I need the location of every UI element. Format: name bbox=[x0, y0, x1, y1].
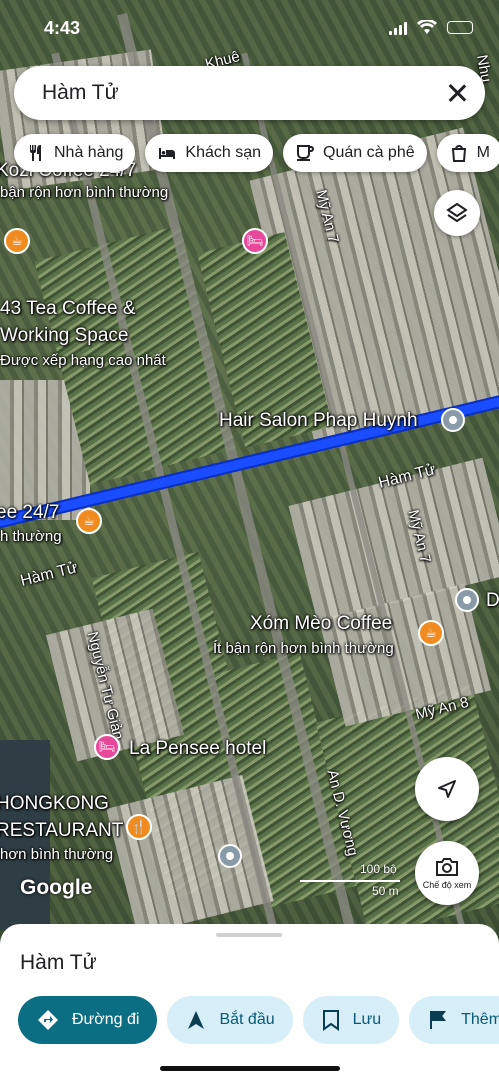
chip-hotels[interactable]: Khách sạn bbox=[145, 134, 273, 172]
search-box[interactable]: Hàm Tử bbox=[14, 66, 485, 120]
place-pin-icon[interactable] bbox=[455, 588, 479, 612]
save-label: Lưu bbox=[352, 1011, 382, 1028]
save-button[interactable]: Lưu bbox=[302, 996, 400, 1044]
home-indicator bbox=[160, 1066, 340, 1071]
place-name-coffee-24-7[interactable]: ee 24/7 bbox=[0, 502, 59, 524]
place-name-hair-salon[interactable]: Hair Salon Phap Huynh bbox=[219, 410, 418, 432]
status-bar: 4:43 bbox=[0, 0, 499, 56]
place-status-kozi-coffee: bận rộn hơn bình thường bbox=[0, 184, 169, 201]
wifi-icon bbox=[417, 20, 437, 34]
sheet-drag-handle[interactable] bbox=[216, 933, 282, 937]
more-label: Thêm bbox=[461, 1011, 499, 1028]
action-row: Đường đi Bắt đầu Lưu Thêm bbox=[18, 996, 499, 1044]
place-bottom-sheet[interactable]: Hàm Tử Đường đi Bắt đầu Lưu Thêm bbox=[0, 924, 499, 1080]
chip-shopping[interactable]: M bbox=[436, 134, 499, 172]
view-mode-button[interactable]: Chế độ xem bbox=[415, 841, 479, 905]
coffee-cup-icon bbox=[297, 145, 314, 161]
restaurant-pin-icon[interactable]: 🍴 bbox=[126, 814, 152, 840]
status-time: 4:43 bbox=[44, 18, 81, 38]
scale-top-label: 100 bộ bbox=[360, 862, 397, 876]
category-chips: Nhà hàng Khách sạn Quán cà phê M bbox=[14, 134, 499, 172]
place-name-xom-meo-coffee[interactable]: Xóm Mèo Coffee bbox=[250, 613, 392, 635]
place-status-coffee-24-7: h thường bbox=[0, 528, 62, 545]
google-logo: Google bbox=[20, 876, 93, 899]
layers-icon bbox=[446, 202, 468, 223]
battery-icon bbox=[447, 21, 473, 34]
start-button[interactable]: Bắt đầu bbox=[167, 996, 293, 1044]
coffee-pin-icon[interactable]: ☕ bbox=[418, 620, 444, 646]
more-button[interactable]: Thêm bbox=[409, 996, 499, 1044]
navigation-arrow-icon bbox=[188, 1011, 205, 1029]
place-pin-icon[interactable] bbox=[441, 408, 465, 432]
place-name-d: D bbox=[486, 590, 499, 611]
fork-knife-icon bbox=[30, 145, 41, 161]
navigation-arrow-icon bbox=[438, 780, 456, 798]
chip-label: Quán cà phê bbox=[323, 144, 415, 161]
scale-bottom-label: 50 m bbox=[372, 884, 399, 898]
street-label-ham-tu-left: Hàm Tử bbox=[18, 559, 80, 590]
map-scale: 100 bộ 50 m bbox=[300, 862, 410, 902]
my-location-button[interactable] bbox=[415, 757, 479, 821]
place-name-hongkong-1[interactable]: HONGKONG bbox=[0, 793, 109, 815]
view-mode-label: Chế độ xem bbox=[422, 880, 472, 890]
directions-label: Đường đi bbox=[72, 1011, 140, 1028]
camera-icon bbox=[436, 858, 458, 876]
coffee-pin-icon[interactable]: ☕ bbox=[76, 508, 102, 534]
chip-label: Nhà hàng bbox=[54, 144, 124, 161]
directions-button[interactable]: Đường đi bbox=[18, 996, 158, 1044]
place-name-hongkong-2[interactable]: RESTAURANT bbox=[0, 820, 123, 842]
close-icon[interactable] bbox=[445, 81, 469, 105]
shopping-bag-icon bbox=[451, 145, 466, 162]
school-pin-icon[interactable] bbox=[218, 844, 242, 868]
layers-button[interactable] bbox=[434, 190, 480, 236]
hotel-pin-icon[interactable]: 🛏 bbox=[94, 734, 120, 760]
search-input[interactable]: Hàm Tử bbox=[42, 81, 445, 105]
signal-icon bbox=[389, 21, 407, 35]
place-name-la-pensee-hotel[interactable]: La Pensee hotel bbox=[129, 738, 266, 760]
chip-label: Khách sạn bbox=[185, 144, 261, 161]
hotel-pin-icon[interactable]: 🛏 bbox=[242, 228, 268, 254]
bed-icon bbox=[159, 148, 176, 159]
start-label: Bắt đầu bbox=[219, 1011, 275, 1028]
place-status-hongkong: hơn bình thường bbox=[0, 846, 114, 863]
coffee-pin-icon[interactable]: ☕ bbox=[4, 228, 30, 254]
chip-coffee[interactable]: Quán cà phê bbox=[283, 134, 427, 172]
chip-label: M bbox=[476, 144, 490, 161]
place-status-43-tea: Được xếp hạng cao nhất bbox=[0, 352, 166, 369]
flag-icon bbox=[430, 1011, 447, 1029]
chip-restaurants[interactable]: Nhà hàng bbox=[14, 134, 136, 172]
place-name-43-tea-1[interactable]: 43 Tea Coffee & bbox=[0, 298, 136, 320]
bookmark-icon bbox=[322, 1010, 339, 1031]
place-name-43-tea-2[interactable]: Working Space bbox=[0, 325, 129, 347]
place-title: Hàm Tử bbox=[20, 951, 97, 974]
place-status-xom-meo-coffee: Ít bận rộn hơn bình thường bbox=[213, 640, 394, 657]
directions-icon bbox=[38, 1010, 58, 1030]
